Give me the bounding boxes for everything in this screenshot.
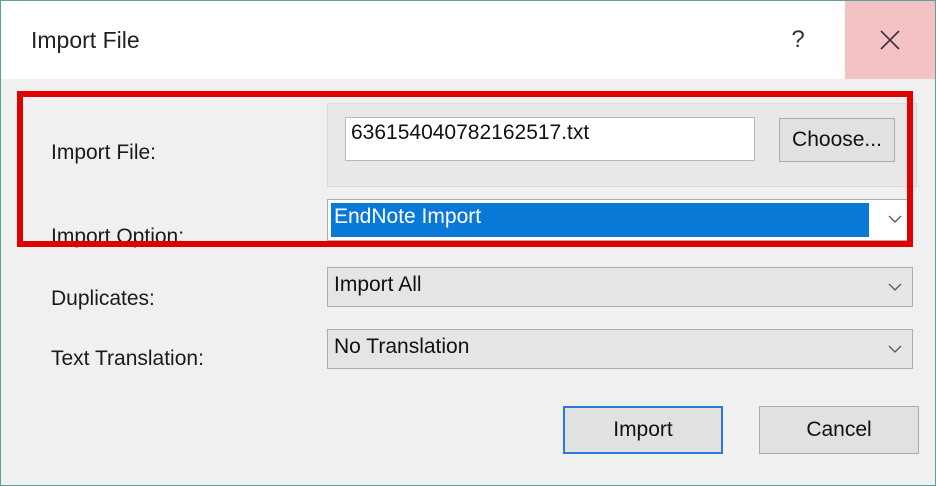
title-bar: Import File ? xyxy=(1,1,935,79)
dialog-title: Import File xyxy=(31,27,140,53)
help-button[interactable]: ? xyxy=(771,1,825,79)
import-button[interactable]: Import xyxy=(563,406,723,454)
import-file-field[interactable]: 636154040782162517.txt xyxy=(345,117,755,161)
import-option-select[interactable]: EndNote Import xyxy=(327,199,913,241)
text-translation-select[interactable]: No Translation xyxy=(327,329,913,369)
duplicates-label: Duplicates: xyxy=(51,287,155,310)
chevron-down-icon xyxy=(888,345,902,353)
chevron-down-icon xyxy=(888,283,902,291)
text-translation-value: No Translation xyxy=(334,335,470,358)
cancel-button[interactable]: Cancel xyxy=(759,406,919,454)
close-button[interactable] xyxy=(845,1,935,79)
duplicates-value: Import All xyxy=(334,273,422,296)
chevron-down-icon xyxy=(888,215,902,223)
help-icon: ? xyxy=(791,26,805,53)
close-icon xyxy=(880,30,900,50)
choose-button[interactable]: Choose... xyxy=(779,118,895,162)
import-file-label: Import File: xyxy=(51,141,157,164)
import-option-label: Import Option: xyxy=(51,225,185,248)
import-file-dialog: Import File ? Import File: 6361540407821… xyxy=(0,0,936,486)
duplicates-select[interactable]: Import All xyxy=(327,267,913,307)
import-option-value: EndNote Import xyxy=(334,205,482,228)
text-translation-label: Text Translation: xyxy=(51,347,204,370)
